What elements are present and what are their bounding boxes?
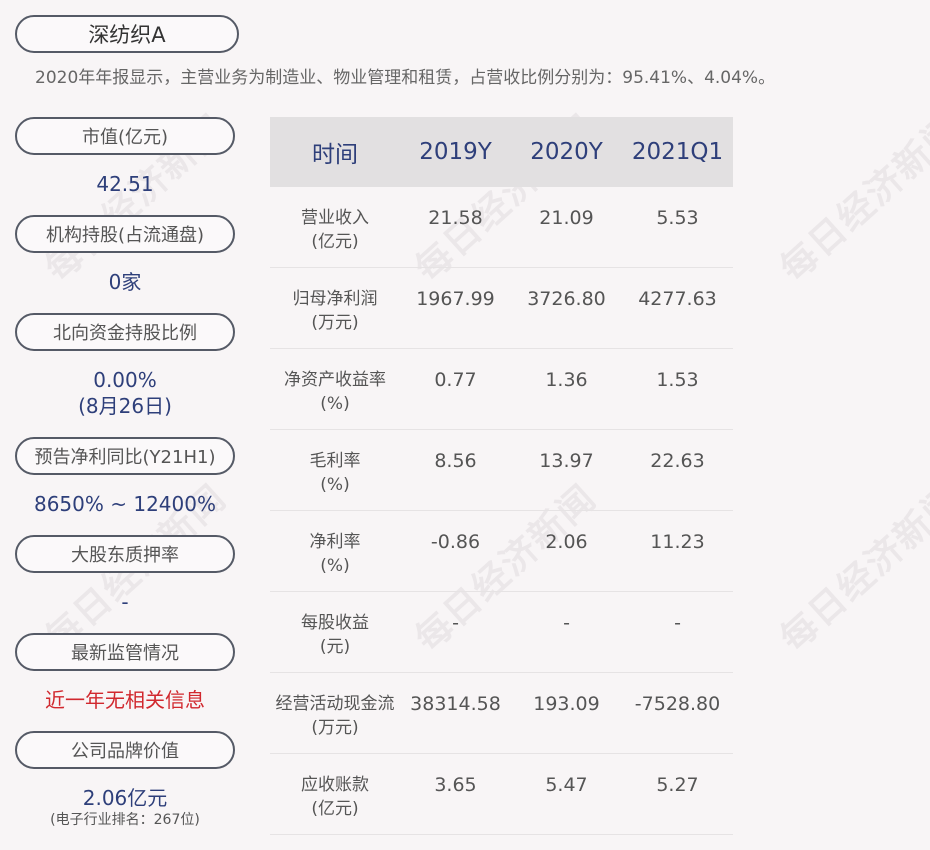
cell-value: 5.27 bbox=[656, 774, 699, 796]
row-unit: (%) bbox=[320, 556, 350, 576]
cell-value: 21.58 bbox=[428, 207, 483, 229]
row-unit: (%) bbox=[320, 475, 350, 495]
cell-value: 1967.99 bbox=[416, 288, 495, 310]
row-unit: (元) bbox=[319, 637, 351, 657]
institution-holding-label: 机构持股(占流通盘) bbox=[15, 215, 235, 253]
row-label: 应收账款 bbox=[301, 775, 369, 795]
table-row: 归母净利润 (万元) 1967.99 3726.80 4277.63 bbox=[270, 268, 733, 349]
row-label: 营业收入 bbox=[301, 208, 369, 228]
table-row: 净利率 (%) -0.86 2.06 11.23 bbox=[270, 511, 733, 592]
cell-value: 5.47 bbox=[545, 774, 588, 796]
cell-value: -0.86 bbox=[430, 531, 481, 553]
cell-value: - bbox=[563, 612, 570, 634]
row-label: 归母净利润 bbox=[292, 289, 378, 309]
cell-value: 1.53 bbox=[656, 369, 699, 391]
profit-forecast-label: 预告净利同比(Y21H1) bbox=[15, 437, 235, 475]
row-label: 每股收益 bbox=[301, 613, 369, 633]
cell-value: 22.63 bbox=[650, 450, 705, 472]
brand-rank-note: (电子行业排名：267位) bbox=[50, 812, 200, 828]
regulation-value: 近一年无相关信息 bbox=[45, 688, 205, 712]
cell-value: 3726.80 bbox=[527, 288, 606, 310]
row-unit: (亿元) bbox=[311, 232, 359, 252]
row-label: 净资产收益率 bbox=[284, 370, 386, 390]
header-2019y: 2019Y bbox=[419, 139, 492, 165]
pledge-rate-label: 大股东质押率 bbox=[15, 535, 235, 573]
business-summary: 2020年年报显示，主营业务为制造业、物业管理和租赁，占营收比例分别为：95.4… bbox=[35, 68, 776, 88]
brand-value-label: 公司品牌价值 bbox=[15, 731, 235, 769]
market-cap-label: 市值(亿元) bbox=[15, 117, 235, 155]
table-header: 时间 2019Y 2020Y 2021Q1 bbox=[270, 117, 733, 187]
page-title: 深纺织A bbox=[15, 15, 239, 53]
watermark: 每日经济新闻 bbox=[772, 477, 930, 661]
row-unit: (%) bbox=[320, 394, 350, 414]
northbound-ratio-label: 北向资金持股比例 bbox=[15, 313, 235, 351]
profit-forecast-value: 8650% ~ 12400% bbox=[33, 492, 216, 516]
cell-value: 11.23 bbox=[650, 531, 705, 553]
cell-value: 5.53 bbox=[656, 207, 699, 229]
header-2020y: 2020Y bbox=[530, 139, 603, 165]
table-row: 应收账款 (亿元) 3.65 5.47 5.27 bbox=[270, 754, 733, 835]
row-unit: (万元) bbox=[311, 718, 359, 738]
pledge-rate-value: - bbox=[121, 590, 129, 614]
regulation-label: 最新监管情况 bbox=[15, 633, 235, 671]
cell-value: - bbox=[452, 612, 459, 634]
row-label: 毛利率 bbox=[309, 451, 361, 471]
row-label: 经营活动现金流 bbox=[275, 694, 395, 714]
cell-value: 3.65 bbox=[434, 774, 477, 796]
cell-value: 1.36 bbox=[545, 369, 588, 391]
cell-value: - bbox=[674, 612, 681, 634]
row-unit: (万元) bbox=[311, 313, 359, 333]
table-row: 营业收入 (亿元) 21.58 21.09 5.53 bbox=[270, 187, 733, 268]
watermark: 每日经济新闻 bbox=[772, 107, 930, 291]
row-unit: (亿元) bbox=[311, 799, 359, 819]
cell-value: 13.97 bbox=[539, 450, 594, 472]
table-row: 毛利率 (%) 8.56 13.97 22.63 bbox=[270, 430, 733, 511]
cell-value: -7528.80 bbox=[634, 693, 721, 715]
cell-value: 4277.63 bbox=[638, 288, 717, 310]
northbound-ratio-value: 0.00% bbox=[93, 368, 157, 392]
table-row: 净资产收益率 (%) 0.77 1.36 1.53 bbox=[270, 349, 733, 430]
brand-value-value: 2.06亿元 bbox=[82, 786, 168, 810]
cell-value: 8.56 bbox=[434, 450, 477, 472]
northbound-ratio-date: (8月26日) bbox=[78, 394, 172, 418]
row-label: 净利率 bbox=[309, 532, 361, 552]
cell-value: 2.06 bbox=[545, 531, 588, 553]
cell-value: 21.09 bbox=[539, 207, 594, 229]
financial-table: 时间 2019Y 2020Y 2021Q1 营业收入 (亿元) 21.58 21.… bbox=[270, 117, 733, 835]
table-row: 经营活动现金流 (万元) 38314.58 193.09 -7528.80 bbox=[270, 673, 733, 754]
header-2021q1: 2021Q1 bbox=[631, 139, 724, 165]
cell-value: 193.09 bbox=[533, 693, 600, 715]
cell-value: 0.77 bbox=[434, 369, 477, 391]
institution-holding-value: 0家 bbox=[108, 270, 142, 294]
market-cap-value: 42.51 bbox=[96, 172, 154, 196]
cell-value: 38314.58 bbox=[410, 693, 501, 715]
table-row: 每股收益 (元) - - - bbox=[270, 592, 733, 673]
header-time: 时间 bbox=[312, 142, 358, 168]
